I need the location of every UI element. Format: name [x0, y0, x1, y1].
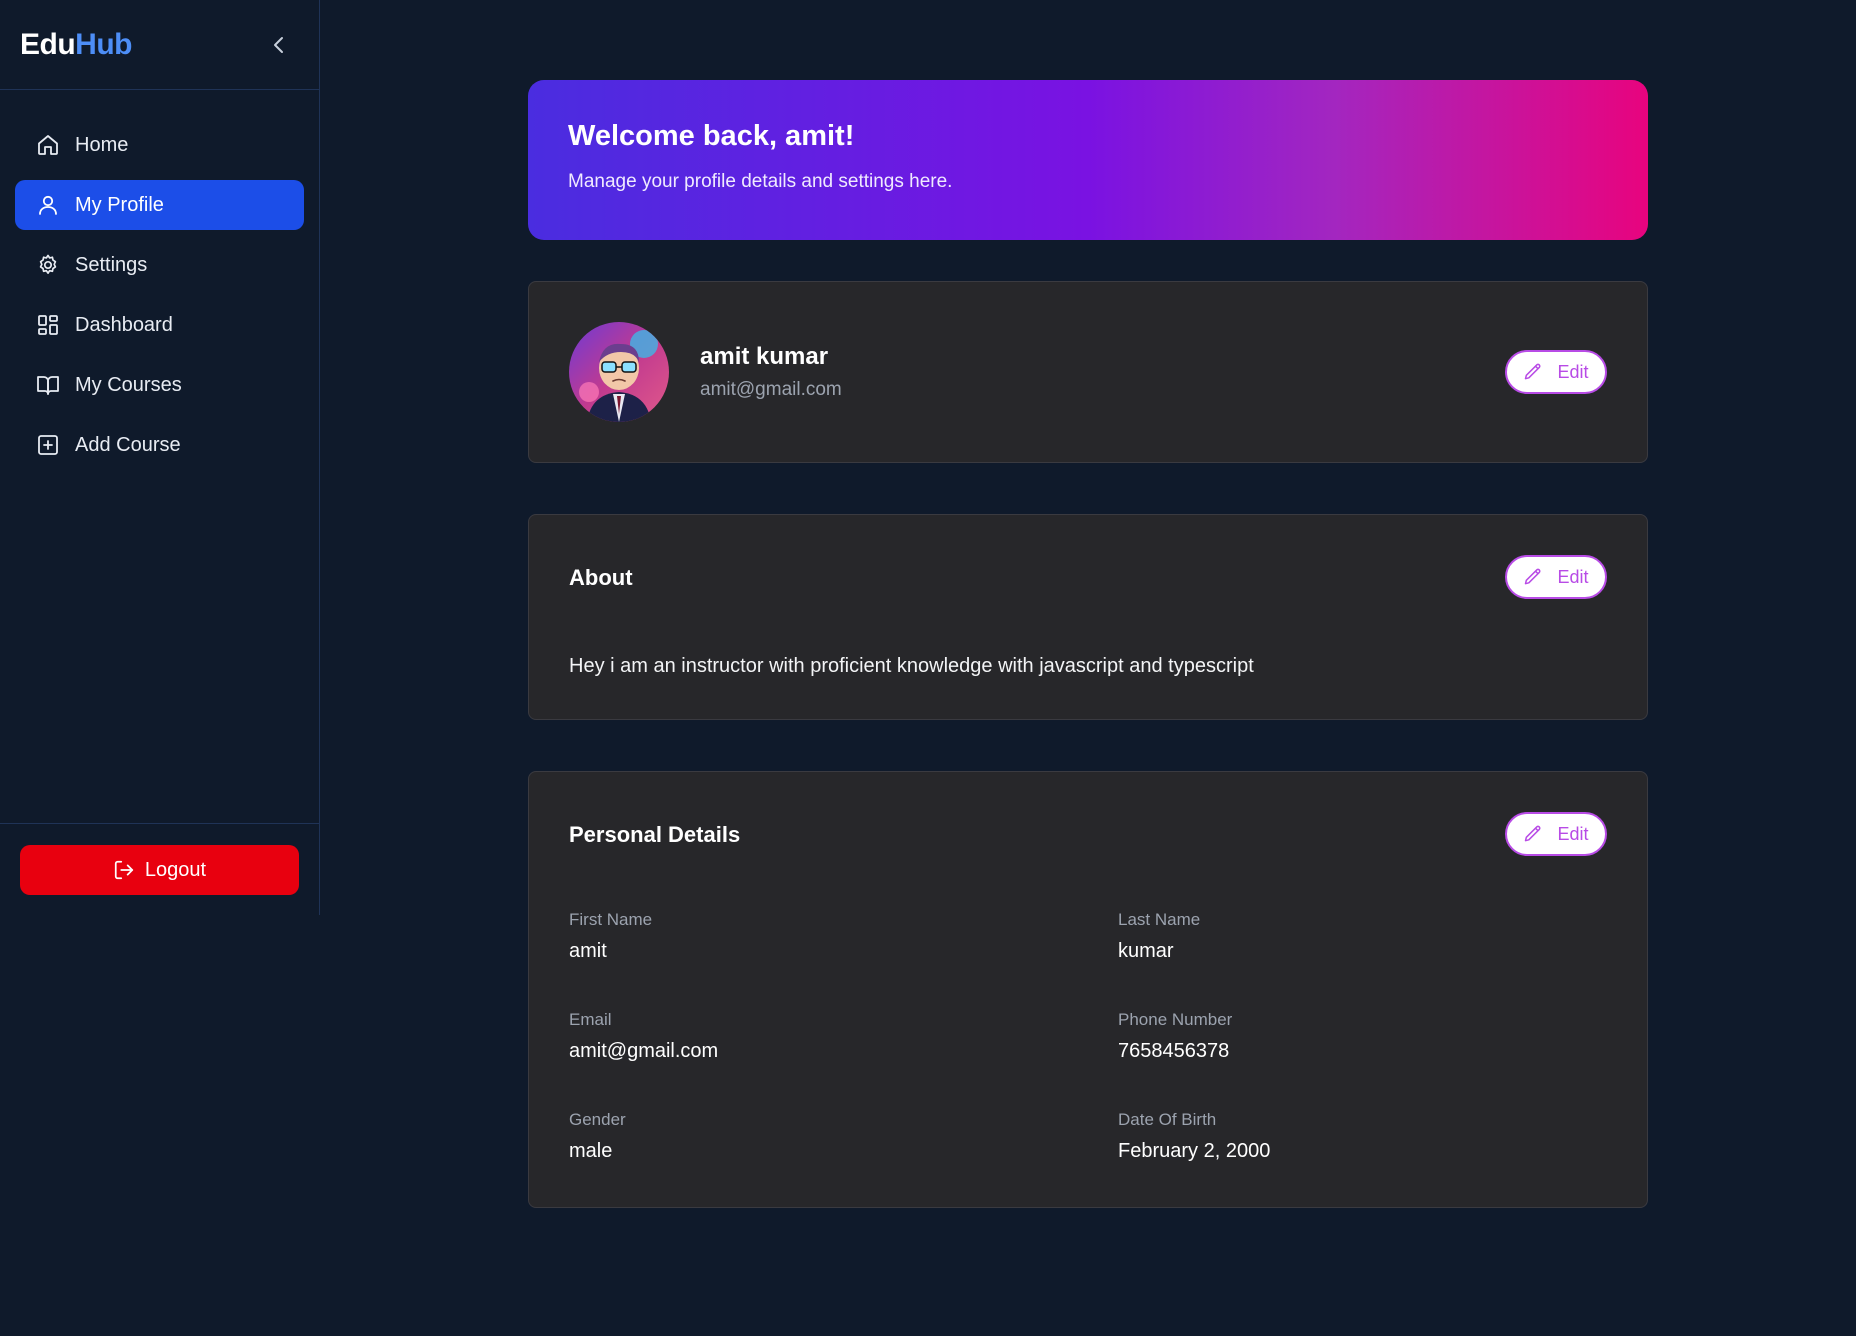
detail-label: First Name [569, 910, 653, 929]
sidebar-nav: Home My Profile Settings Dashboard My Co… [0, 90, 319, 470]
pencil-icon [1523, 362, 1543, 382]
dashboard-icon [35, 312, 61, 338]
sidebar-item-label: My Courses [75, 373, 182, 396]
edit-label: Edit [1557, 823, 1589, 844]
detail-gender: Gender male [569, 1110, 1069, 1163]
logo-part1: Edu [20, 27, 76, 61]
sidebar-item-label: Settings [75, 253, 148, 276]
app: EduHub Home My Profile Settings Dashboar… [0, 0, 1856, 1336]
personal-details-title: Personal Details [569, 822, 741, 847]
pencil-icon [1523, 824, 1543, 844]
user-icon [35, 192, 61, 218]
plus-square-icon [35, 432, 61, 458]
edit-profile-button[interactable]: Edit [1505, 350, 1607, 394]
logo-part2: Hub [75, 27, 132, 61]
home-icon [35, 132, 61, 158]
sidebar-item-my-courses[interactable]: My Courses [15, 360, 304, 410]
welcome-title: Welcome back, amit! [568, 120, 855, 152]
detail-value: kumar [1118, 940, 1174, 962]
sidebar-item-add-course[interactable]: Add Course [15, 420, 304, 470]
gear-icon [35, 252, 61, 278]
sidebar-item-label: Dashboard [75, 313, 173, 336]
sidebar-item-dashboard[interactable]: Dashboard [15, 300, 304, 350]
edit-label: Edit [1557, 361, 1589, 382]
detail-first-name: First Name amit [569, 910, 1069, 963]
pencil-icon [1523, 567, 1543, 587]
profile-name: amit kumar [700, 343, 829, 370]
avatar [569, 322, 669, 422]
detail-value: 7658456378 [1118, 1040, 1230, 1062]
main-content: Welcome back, amit! Manage your profile … [528, 80, 1648, 1208]
edit-label: Edit [1557, 566, 1589, 587]
detail-date-of-birth: Date Of Birth February 2, 2000 [1118, 1110, 1618, 1163]
sidebar-item-settings[interactable]: Settings [15, 240, 304, 290]
detail-value: male [569, 1140, 613, 1162]
profile-card: amit kumar amit@gmail.com Edit [528, 281, 1648, 463]
sidebar: EduHub Home My Profile Settings Dashboar… [0, 0, 320, 915]
sidebar-header: EduHub [0, 0, 319, 90]
detail-value: February 2, 2000 [1118, 1140, 1271, 1162]
book-icon [35, 372, 61, 398]
detail-email: Email amit@gmail.com [569, 1010, 1069, 1063]
detail-label: Phone Number [1118, 1010, 1233, 1029]
edit-about-button[interactable]: Edit [1505, 555, 1607, 599]
logout-label: Logout [144, 858, 207, 881]
about-title: About [569, 565, 633, 590]
detail-label: Date Of Birth [1118, 1110, 1217, 1129]
chevron-left-icon [274, 36, 283, 53]
sidebar-item-label: Add Course [75, 433, 181, 456]
sidebar-item-label: Home [75, 133, 129, 156]
edit-personal-details-button[interactable]: Edit [1505, 812, 1607, 856]
detail-value: amit [569, 940, 607, 962]
sidebar-item-home[interactable]: Home [15, 120, 304, 170]
welcome-banner: Welcome back, amit! Manage your profile … [528, 80, 1648, 240]
logout-button[interactable]: Logout [20, 845, 299, 895]
detail-label: Last Name [1118, 910, 1201, 929]
detail-value: amit@gmail.com [569, 1040, 719, 1062]
profile-email: amit@gmail.com [700, 379, 842, 400]
personal-details-card: Personal Details Edit First Name amit La… [528, 771, 1648, 1208]
detail-label: Gender [569, 1110, 626, 1129]
sidebar-footer: Logout [0, 823, 319, 915]
detail-label: Email [569, 1010, 612, 1029]
sidebar-item-label: My Profile [75, 193, 164, 216]
detail-last-name: Last Name kumar [1118, 910, 1618, 963]
profile-info: amit kumar amit@gmail.com [700, 343, 842, 401]
sidebar-item-my-profile[interactable]: My Profile [15, 180, 304, 230]
collapse-sidebar-button[interactable] [267, 33, 291, 57]
about-text: Hey i am an instructor with proficient k… [569, 655, 1254, 677]
logo[interactable]: EduHub [20, 28, 132, 62]
detail-phone-number: Phone Number 7658456378 [1118, 1010, 1618, 1063]
welcome-subtitle: Manage your profile details and settings… [568, 171, 953, 192]
logout-icon [113, 859, 135, 881]
about-card: About Edit Hey i am an instructor with p… [528, 514, 1648, 720]
